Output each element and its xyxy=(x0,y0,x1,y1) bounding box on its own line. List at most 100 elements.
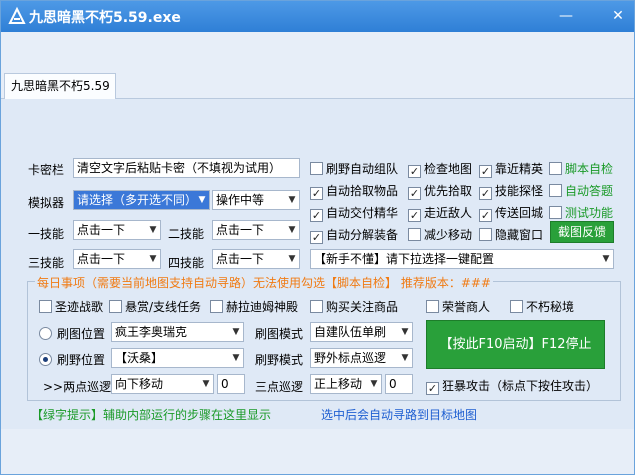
app-window: 九思暗黑不朽5.59.exe — ✕ 九思暗黑不朽5.59 卡密栏 清空文字后粘… xyxy=(0,0,635,475)
buy-items-checkbox[interactable]: 购买关注商品 xyxy=(310,298,398,314)
checkbox-icon xyxy=(310,162,323,175)
patrol-three-count[interactable]: 0 xyxy=(385,374,413,394)
screenshot-feedback-button[interactable]: 截图反馈 xyxy=(550,221,614,243)
priority-pick-checkbox[interactable]: ✓ 优先拾取 xyxy=(408,182,472,200)
checkmark-icon: ✓ xyxy=(479,187,492,200)
auto-submit-checkbox[interactable]: ✓ 自动交付精华 xyxy=(310,204,398,222)
wild-mode-select[interactable]: 野外标点巡逻 ▼ xyxy=(310,348,413,368)
checkbox-icon xyxy=(39,300,52,313)
close-button[interactable]: ✕ xyxy=(605,4,631,28)
auto-pick-checkbox[interactable]: ✓ 自动拾取物品 xyxy=(310,182,398,200)
start-button[interactable]: 【按此F10启动】F12停止 xyxy=(426,320,605,369)
check-map-checkbox[interactable]: ✓ 检查地图 xyxy=(408,160,472,178)
auto-decompose-checkbox[interactable]: ✓ 自动分解装备 xyxy=(310,226,398,244)
map-position-select[interactable]: 疯王李奥瑞克 ▼ xyxy=(111,322,244,342)
checkmark-icon: ✓ xyxy=(310,187,323,200)
dropdown-arrow-icon: ▼ xyxy=(288,195,296,205)
map-mode-label: 刷图模式 xyxy=(255,327,304,341)
radio-icon xyxy=(39,327,52,340)
card-label: 卡密栏 xyxy=(28,163,65,177)
skill2-label: 二技能 xyxy=(168,227,205,241)
tab-main[interactable]: 九思暗黑不朽5.59 xyxy=(4,73,116,100)
skill1-select[interactable]: 点击一下 ▼ xyxy=(73,220,161,240)
bounty-checkbox[interactable]: 悬赏/支线任务 xyxy=(109,298,201,314)
auto-answer-checkbox[interactable]: 自动答题 xyxy=(549,182,613,198)
patrol-two-count[interactable]: 0 xyxy=(217,374,245,394)
checkmark-icon: ✓ xyxy=(408,187,421,200)
config-preset-select[interactable]: 【新手不懂】请下拉选择一键配置 ▼ xyxy=(310,249,614,269)
skill4-select[interactable]: 点击一下 ▼ xyxy=(212,249,300,269)
skill-probe-checkbox[interactable]: ✓ 技能探怪 xyxy=(479,182,543,200)
radio-selected-icon xyxy=(39,353,52,366)
script-check-checkbox[interactable]: 脚本自检 xyxy=(549,160,613,176)
walk-enemy-checkbox[interactable]: ✓ 走近敌人 xyxy=(408,204,472,222)
skill4-label: 四技能 xyxy=(168,256,205,270)
dropdown-arrow-icon: ▼ xyxy=(602,254,610,264)
dropdown-arrow-icon: ▼ xyxy=(401,327,409,337)
checkmark-icon: ✓ xyxy=(408,209,421,222)
hide-window-checkbox[interactable]: 隐藏窗口 xyxy=(479,226,543,242)
dropdown-arrow-icon: ▼ xyxy=(202,379,210,389)
checkmark-icon: ✓ xyxy=(479,165,492,178)
checkbox-icon xyxy=(426,300,439,313)
checkmark-icon: ✓ xyxy=(479,209,492,222)
dropdown-arrow-icon: ▼ xyxy=(288,225,296,235)
daily-tasks-title: 每日事项（需要当前地图支持自动寻路）无法使用勾选【脚本自检】 推荐版本：### xyxy=(35,274,493,291)
map-mode-select[interactable]: 自建队伍单刷 ▼ xyxy=(310,322,413,342)
auto-team-checkbox[interactable]: 刷野自动组队 xyxy=(310,160,398,176)
performance-select[interactable]: 操作中等 ▼ xyxy=(212,190,300,210)
emulator-label: 模拟器 xyxy=(28,196,65,210)
window-title: 九思暗黑不朽5.59.exe xyxy=(29,10,181,26)
checkbox-icon xyxy=(510,300,523,313)
checkbox-icon xyxy=(310,300,323,313)
patrol-two-label: >>两点巡逻 xyxy=(43,380,112,394)
holy-song-checkbox[interactable]: 圣迹战歌 xyxy=(39,298,103,314)
checkmark-icon: ✓ xyxy=(408,165,421,178)
dropdown-arrow-icon: ▼ xyxy=(370,379,378,389)
checkbox-icon xyxy=(549,162,562,175)
checkbox-icon xyxy=(549,184,562,197)
wild-position-select[interactable]: 【沃桑】 ▼ xyxy=(111,348,244,368)
patrol-two-select[interactable]: 向下移动 ▼ xyxy=(111,374,214,394)
checkmark-icon: ✓ xyxy=(426,382,439,395)
dropdown-arrow-icon: ▼ xyxy=(232,353,240,363)
dropdown-arrow-icon: ▼ xyxy=(149,225,157,235)
app-icon xyxy=(8,6,26,24)
minimize-button[interactable]: — xyxy=(553,4,579,28)
skill1-label: 一技能 xyxy=(28,227,65,241)
skill3-label: 三技能 xyxy=(28,256,65,270)
map-position-radio[interactable]: 刷图位置 xyxy=(39,325,105,341)
hela-temple-checkbox[interactable]: 赫拉迪姆神殿 xyxy=(210,298,298,314)
checkbox-icon xyxy=(109,300,122,313)
checkbox-icon xyxy=(549,206,562,219)
skill3-select[interactable]: 点击一下 ▼ xyxy=(73,249,161,269)
checkmark-icon: ✓ xyxy=(310,209,323,222)
status-area xyxy=(1,429,634,474)
checkbox-icon xyxy=(408,228,421,241)
dropdown-arrow-icon: ▼ xyxy=(149,254,157,264)
berserk-attack-checkbox[interactable]: ✓ 狂暴攻击（标点下按住攻击） xyxy=(426,377,598,395)
wild-mode-label: 刷野模式 xyxy=(255,353,304,367)
dropdown-arrow-icon: ▼ xyxy=(401,353,409,363)
dropdown-arrow-icon: ▼ xyxy=(288,254,296,264)
teleport-back-checkbox[interactable]: ✓ 传送回城 xyxy=(479,204,543,222)
checkbox-icon xyxy=(479,228,492,241)
checkbox-icon xyxy=(210,300,223,313)
skill2-select[interactable]: 点击一下 ▼ xyxy=(212,220,300,240)
immortal-realm-checkbox[interactable]: 不朽秘境 xyxy=(510,298,574,314)
patrol-three-select[interactable]: 正上移动 ▼ xyxy=(310,374,382,394)
card-key-input[interactable]: 清空文字后粘贴卡密（不填视为试用） xyxy=(73,158,300,178)
status-hint: 选中后会自动寻路到目标地图 xyxy=(321,408,478,422)
dropdown-arrow-icon: ▼ xyxy=(198,195,206,205)
honor-merchant-checkbox[interactable]: 荣誉商人 xyxy=(426,298,490,314)
wild-position-radio[interactable]: 刷野位置 xyxy=(39,351,105,367)
less-move-checkbox[interactable]: 减少移动 xyxy=(408,226,472,242)
near-elite-checkbox[interactable]: ✓ 靠近精英 xyxy=(479,160,543,178)
test-function-checkbox[interactable]: 测试功能 xyxy=(549,204,613,220)
dropdown-arrow-icon: ▼ xyxy=(232,327,240,337)
status-tip: 【绿字提示】辅助内部运行的步骤在这里显示 xyxy=(31,408,272,422)
patrol-three-label: 三点巡逻 xyxy=(255,380,304,394)
checkmark-icon: ✓ xyxy=(310,231,323,244)
emulator-select[interactable]: 请选择（多开选不同） ▼ xyxy=(73,190,210,210)
title-bar[interactable]: 九思暗黑不朽5.59.exe — ✕ xyxy=(1,1,634,32)
